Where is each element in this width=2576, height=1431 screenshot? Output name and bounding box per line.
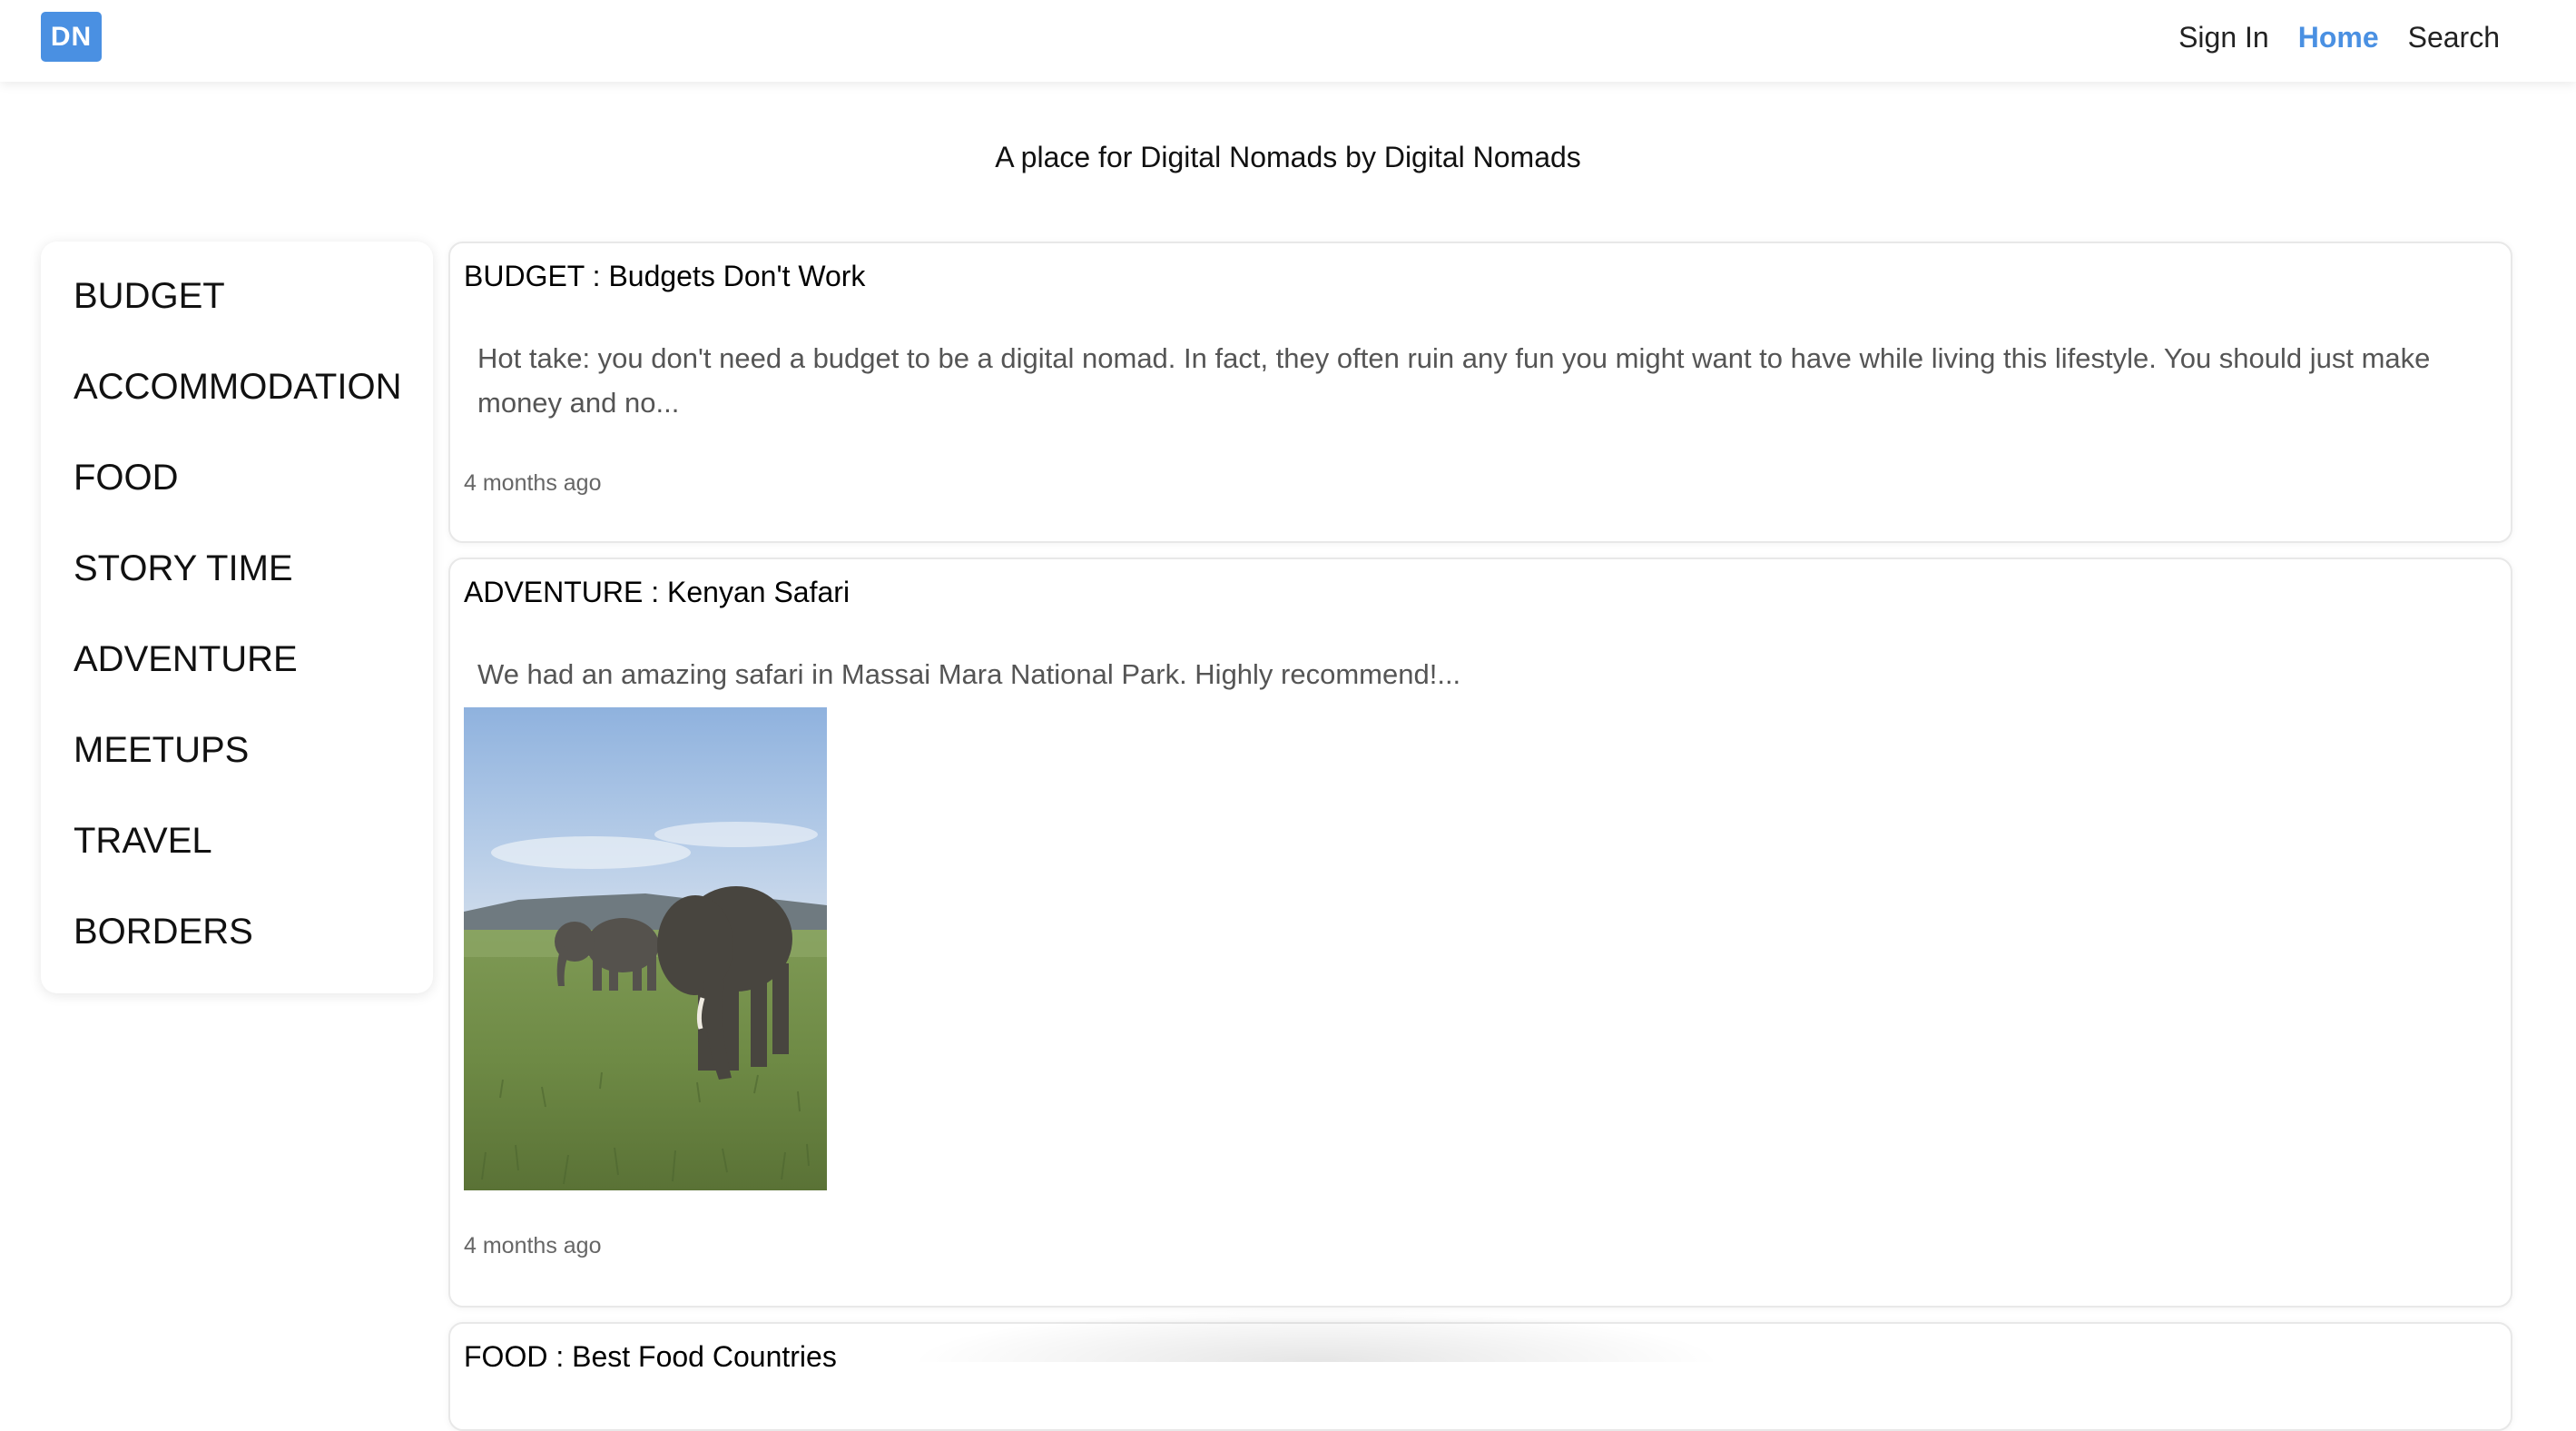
post-title[interactable]: FOOD : Best Food Countries [464,1340,837,1374]
nav-home-link[interactable]: Home [2298,21,2379,54]
post-timestamp: 4 months ago [464,1233,602,1258]
post-timestamp: 4 months ago [464,470,602,496]
nav-links: Sign In Home Search [2178,0,2500,74]
post-card[interactable]: FOOD : Best Food Countries [448,1322,2512,1431]
post-excerpt: We had an amazing safari in Massai Mara … [477,658,1461,690]
post-excerpt: Hot take: you don't need a budget to be … [477,342,2431,419]
site-logo[interactable]: DN [41,12,102,62]
post-card[interactable]: BUDGET : Budgets Don't Work Hot take: yo… [448,242,2512,543]
sidebar-item-story-time[interactable]: STORY TIME [74,548,293,589]
post-title[interactable]: ADVENTURE : Kenyan Safari [464,576,850,609]
sidebar-item-accommodation[interactable]: ACCOMMODATION [74,367,401,408]
sidebar-item-meetups[interactable]: MEETUPS [74,730,249,771]
post-image[interactable] [464,707,827,1190]
post-title[interactable]: BUDGET : Budgets Don't Work [464,260,865,293]
top-navbar: DN Sign In Home Search [0,0,2576,82]
nav-search-link[interactable]: Search [2408,21,2500,54]
nav-sign-in-link[interactable]: Sign In [2178,21,2269,54]
post-card[interactable]: ADVENTURE : Kenyan Safari We had an amaz… [448,558,2512,1308]
sidebar-item-adventure[interactable]: ADVENTURE [74,639,298,680]
sidebar-item-food[interactable]: FOOD [74,458,179,498]
site-tagline: A place for Digital Nomads by Digital No… [995,141,1581,173]
elephants-photo-icon [464,707,827,1190]
sidebar-item-travel[interactable]: TRAVEL [74,821,212,862]
category-sidebar: BUDGET ACCOMMODATION FOOD STORY TIME ADV… [41,242,433,993]
sidebar-item-budget[interactable]: BUDGET [74,276,225,317]
sidebar-item-borders[interactable]: BORDERS [74,912,253,952]
